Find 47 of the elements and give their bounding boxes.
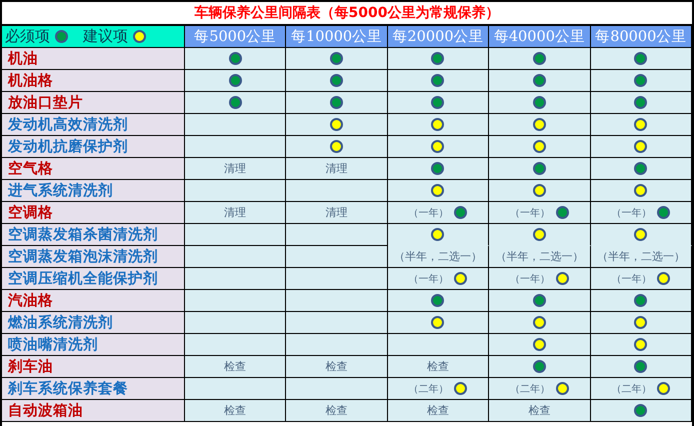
column-header: 每80000公里 — [590, 26, 692, 48]
item-name: 汽油格 — [2, 290, 185, 312]
cell-note: （一年） — [611, 206, 652, 220]
item-name: 刹车油 — [2, 356, 185, 378]
item-name: 空调蒸发箱泡沫清洗剂 — [2, 246, 185, 268]
cell-note: （一年） — [611, 272, 652, 286]
cell-note: （二年） — [408, 382, 448, 396]
cell-note: （一年） — [408, 272, 448, 286]
item-name: 机油格 — [2, 70, 185, 92]
cell-note: 清理 — [224, 161, 246, 176]
item-name: 机油 — [2, 48, 185, 70]
item-name: 放油口垫片 — [2, 92, 185, 114]
cell-note: 清理 — [326, 161, 348, 176]
column-header: 每10000公里 — [286, 26, 388, 48]
cell-note: 检查 — [326, 403, 348, 418]
item-name: 空调蒸发箱杀菌清洗剂 — [2, 224, 185, 246]
cell-note: （二年） — [510, 382, 550, 396]
cell-note: 检查 — [426, 359, 449, 374]
item-name: 空调格 — [2, 202, 185, 224]
item-name: 空气格 — [2, 158, 185, 180]
column-header: 每20000公里 — [388, 26, 490, 48]
item-name: 喷油嘴清洗剂 — [2, 334, 185, 356]
cell-note: （半年，二选一） — [596, 249, 685, 264]
item-name: 刹车系统保养套餐 — [2, 378, 185, 400]
legend-label: 必须项 — [5, 27, 50, 46]
item-name: 发动机高效清洗剂 — [2, 114, 185, 136]
cell-note: （一年） — [408, 206, 448, 220]
column-header: 每40000公里 — [489, 26, 591, 48]
item-name: 发动机抗磨保护剂 — [2, 136, 185, 158]
cell-note: （半年，二选一） — [495, 249, 584, 264]
column-header: 每5000公里 — [185, 26, 286, 48]
cell-note: 检查 — [426, 403, 449, 418]
cell-note: 检查 — [224, 403, 246, 418]
cell-note: （一年） — [510, 206, 550, 220]
item-name: 燃油系统清洗剂 — [2, 312, 185, 334]
cell-note: （半年，二选一） — [394, 249, 482, 264]
cell-note: 清理 — [224, 205, 246, 220]
item-name: 自动波箱油 — [2, 400, 185, 422]
item-name: 空调压缩机全能保护剂 — [2, 268, 185, 290]
legend-label: 建议项 — [83, 27, 128, 46]
cell-note: 检查 — [224, 359, 246, 374]
item-name: 进气系统清洗剂 — [2, 180, 185, 202]
cell-note: （二年） — [611, 382, 652, 396]
cell-note: 检查 — [326, 359, 348, 374]
cell-note: 检查 — [528, 403, 550, 418]
cell-note: 清理 — [326, 205, 348, 220]
cell-note: （一年） — [510, 272, 550, 286]
